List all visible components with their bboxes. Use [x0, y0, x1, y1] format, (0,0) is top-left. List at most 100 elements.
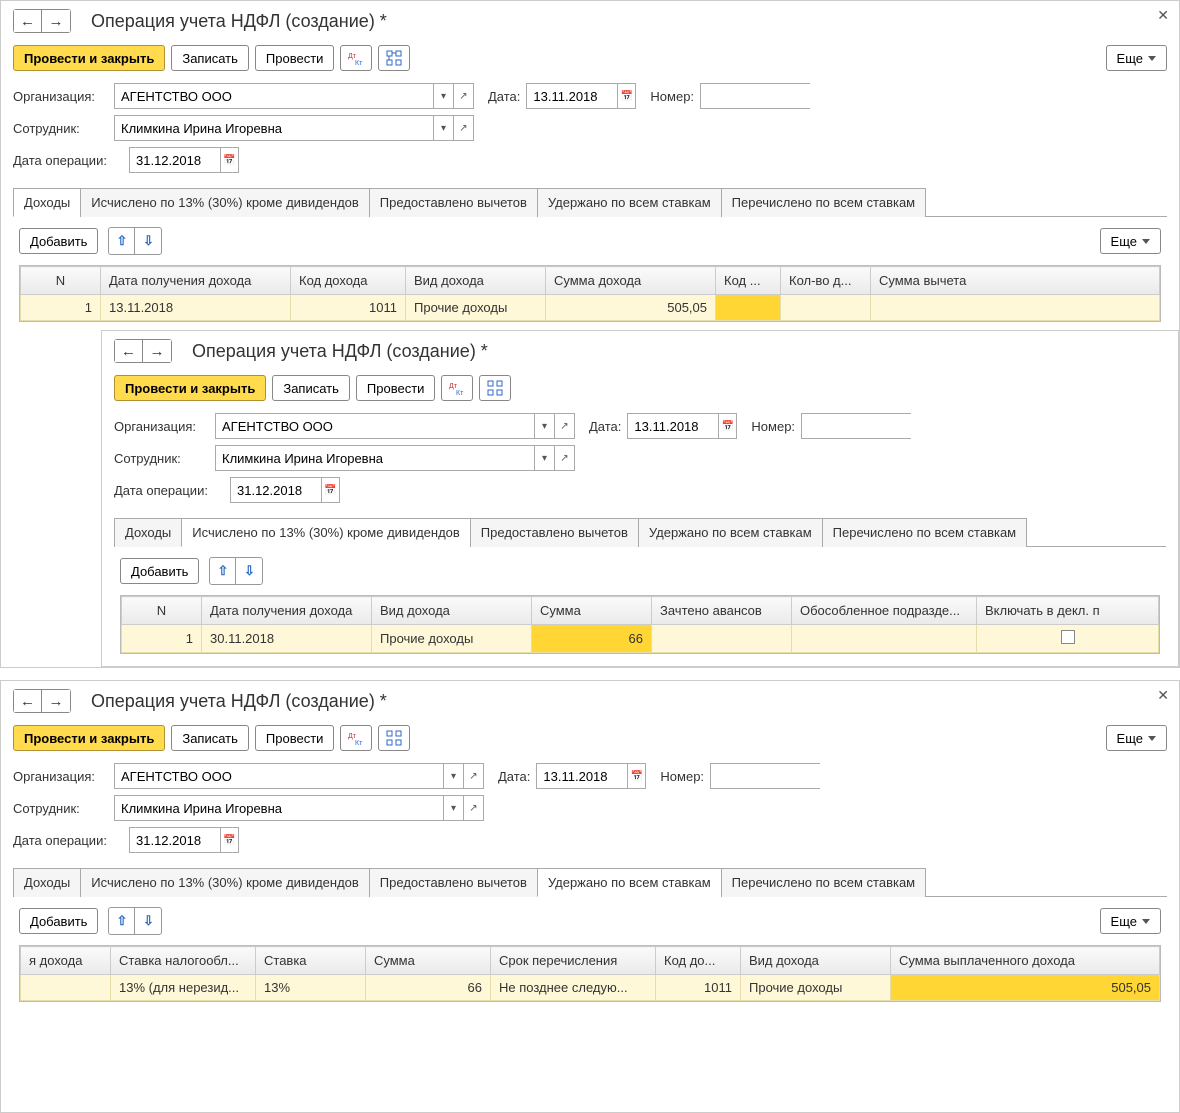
date-field[interactable]: 📅 [627, 413, 737, 439]
org-combo[interactable]: ▾ ↗ [114, 763, 484, 789]
number-input[interactable] [802, 414, 990, 438]
tab-withheld[interactable]: Удержано по всем ставкам [537, 868, 722, 897]
tab-income[interactable]: Доходы [114, 518, 182, 547]
op-date-input[interactable] [231, 478, 321, 502]
table-more-button[interactable]: Еще [1100, 908, 1161, 934]
dropdown-icon[interactable]: ▾ [534, 446, 554, 470]
cell-paid[interactable]: 505,05 [891, 975, 1160, 1001]
date-input[interactable] [537, 764, 627, 788]
tab-deductions[interactable]: Предоставлено вычетов [470, 518, 639, 547]
cell-date[interactable]: 13.11.2018 [101, 295, 291, 321]
post-and-close-button[interactable]: Провести и закрыть [114, 375, 266, 401]
add-row-button[interactable]: Добавить [120, 558, 199, 584]
cell-advance[interactable] [652, 625, 792, 653]
structure-icon[interactable] [378, 725, 410, 751]
nav-back-button[interactable]: ← [115, 340, 143, 362]
close-icon[interactable]: ✕ [1157, 687, 1169, 704]
more-button[interactable]: Еще [1106, 45, 1167, 71]
cell-sum[interactable]: 66 [366, 975, 491, 1001]
dropdown-icon[interactable]: ▾ [443, 796, 463, 820]
org-input[interactable] [216, 414, 534, 438]
move-down-icon[interactable]: ⇩ [135, 228, 161, 254]
nav-forward-button[interactable]: → [42, 10, 70, 32]
tab-transferred[interactable]: Перечислено по всем ставкам [822, 518, 1027, 547]
more-button[interactable]: Еще [1106, 725, 1167, 751]
structure-icon[interactable] [479, 375, 511, 401]
open-icon[interactable]: ↗ [554, 414, 574, 438]
dropdown-icon[interactable]: ▾ [433, 116, 453, 140]
structure-icon[interactable] [378, 45, 410, 71]
tab-deductions[interactable]: Предоставлено вычетов [369, 868, 538, 897]
table-more-button[interactable]: Еще [1100, 228, 1161, 254]
op-date-field[interactable]: 📅 [230, 477, 340, 503]
nav-back-button[interactable]: ← [14, 10, 42, 32]
employee-combo[interactable]: ▾ ↗ [215, 445, 575, 471]
open-icon[interactable]: ↗ [463, 796, 483, 820]
post-and-close-button[interactable]: Провести и закрыть [13, 725, 165, 751]
add-row-button[interactable]: Добавить [19, 908, 98, 934]
move-up-icon[interactable]: ⇧ [109, 228, 135, 254]
date-field[interactable]: 📅 [526, 83, 636, 109]
movements-icon[interactable]: ДтКт [340, 725, 372, 751]
open-icon[interactable]: ↗ [453, 84, 473, 108]
number-input[interactable] [701, 84, 889, 108]
date-input[interactable] [527, 84, 617, 108]
save-button[interactable]: Записать [171, 45, 249, 71]
calendar-icon[interactable]: 📅 [220, 828, 238, 852]
number-field[interactable] [710, 763, 820, 789]
open-icon[interactable]: ↗ [554, 446, 574, 470]
cell-ded-qty[interactable] [781, 295, 871, 321]
cell-sum[interactable]: 66 [532, 625, 652, 653]
op-date-field[interactable]: 📅 [129, 827, 239, 853]
save-button[interactable]: Записать [171, 725, 249, 751]
number-field[interactable] [801, 413, 911, 439]
employee-input[interactable] [115, 796, 443, 820]
cell-subdiv[interactable] [792, 625, 977, 653]
employee-input[interactable] [216, 446, 534, 470]
move-down-icon[interactable]: ⇩ [236, 558, 262, 584]
post-button[interactable]: Провести [255, 725, 335, 751]
dropdown-icon[interactable]: ▾ [534, 414, 554, 438]
org-input[interactable] [115, 84, 433, 108]
number-field[interactable] [700, 83, 810, 109]
nav-forward-button[interactable]: → [143, 340, 171, 362]
cell-empty[interactable] [21, 975, 111, 1001]
nav-back-button[interactable]: ← [14, 690, 42, 712]
table-row[interactable]: 1 30.11.2018 Прочие доходы 66 [122, 625, 1159, 653]
tab-computed13[interactable]: Исчислено по 13% (30%) кроме дивидендов [80, 868, 370, 897]
save-button[interactable]: Записать [272, 375, 350, 401]
calendar-icon[interactable]: 📅 [321, 478, 339, 502]
cell-n[interactable]: 1 [122, 625, 202, 653]
movements-icon[interactable]: ДтКт [340, 45, 372, 71]
move-down-icon[interactable]: ⇩ [135, 908, 161, 934]
cell-n[interactable]: 1 [21, 295, 101, 321]
op-date-input[interactable] [130, 828, 220, 852]
cell-include[interactable] [977, 625, 1159, 653]
dropdown-icon[interactable]: ▾ [443, 764, 463, 788]
cell-sum[interactable]: 505,05 [546, 295, 716, 321]
cell-ded-sum[interactable] [871, 295, 1160, 321]
tab-transferred[interactable]: Перечислено по всем ставкам [721, 188, 926, 217]
post-and-close-button[interactable]: Провести и закрыть [13, 45, 165, 71]
cell-kind[interactable]: Прочие доходы [741, 975, 891, 1001]
move-up-icon[interactable]: ⇧ [210, 558, 236, 584]
checkbox-icon[interactable] [1061, 630, 1075, 644]
cell-code[interactable]: 1011 [656, 975, 741, 1001]
op-date-input[interactable] [130, 148, 220, 172]
tab-income[interactable]: Доходы [13, 868, 81, 897]
date-field[interactable]: 📅 [536, 763, 646, 789]
add-row-button[interactable]: Добавить [19, 228, 98, 254]
org-combo[interactable]: ▾ ↗ [215, 413, 575, 439]
tab-computed13[interactable]: Исчислено по 13% (30%) кроме дивидендов [181, 518, 471, 547]
org-input[interactable] [115, 764, 443, 788]
cell-deadline[interactable]: Не позднее следую... [491, 975, 656, 1001]
cell-date[interactable]: 30.11.2018 [202, 625, 372, 653]
post-button[interactable]: Провести [255, 45, 335, 71]
cell-kind[interactable]: Прочие доходы [372, 625, 532, 653]
move-up-icon[interactable]: ⇧ [109, 908, 135, 934]
table-row[interactable]: 1 13.11.2018 1011 Прочие доходы 505,05 [21, 295, 1160, 321]
post-button[interactable]: Провести [356, 375, 436, 401]
cell-rate[interactable]: 13% [256, 975, 366, 1001]
tab-income[interactable]: Доходы [13, 188, 81, 217]
tab-withheld[interactable]: Удержано по всем ставкам [537, 188, 722, 217]
